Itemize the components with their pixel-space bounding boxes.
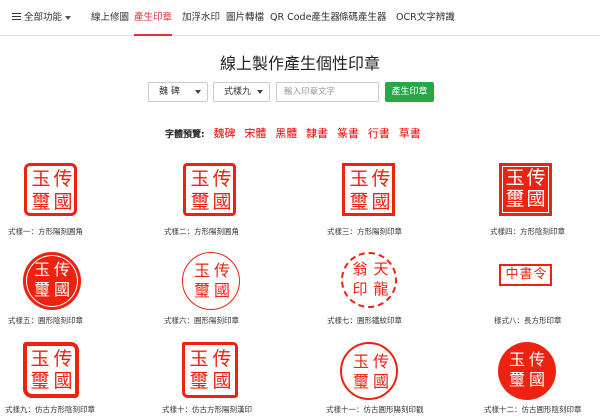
top-nav: 全部功能 線上修圖 產生印章 加浮水印 圖片轉檔 QR Code產生器 條碼產生… xyxy=(0,0,600,36)
chevron-down-icon xyxy=(65,15,72,20)
seal-text-input[interactable] xyxy=(276,82,379,102)
seal-style-4[interactable]: 玉 传 璽 國 xyxy=(499,163,552,216)
font-select[interactable]: 魏 碑 xyxy=(148,82,208,102)
nav-item-qrcode[interactable]: QR Code產生器 xyxy=(270,0,340,35)
nav-item-ocr[interactable]: OCR文字辨識 xyxy=(396,0,455,35)
seal-style-7[interactable]: 天 龍 翁 印 xyxy=(341,252,397,308)
seal-style-3[interactable]: 玉 传 璽 國 xyxy=(342,163,395,216)
caption-style-3: 式樣三：方形陽刻印章 xyxy=(327,227,402,236)
caption-style-10: 式樣十：仿古方形陽刻漢印 xyxy=(162,405,252,414)
caption-style-8: 樣式八：長方形印章 xyxy=(494,316,562,325)
preview-font-hei[interactable]: 黑體 xyxy=(275,127,297,140)
generate-seal-button[interactable]: 產生印章 xyxy=(385,82,434,102)
caption-style-7: 式樣七：圓形鐵紋印章 xyxy=(327,316,402,325)
preview-font-song[interactable]: 宋體 xyxy=(244,127,266,140)
caption-style-4: 式樣四：方形陰刻印章 xyxy=(490,227,565,236)
caption-style-11: 式樣十一：仿古圓形陽刻印戳 xyxy=(326,405,424,414)
menu-icon xyxy=(12,12,21,21)
seal-style-6[interactable]: 玉 传 璽 國 xyxy=(182,252,240,310)
seal-style-8[interactable]: 中書令 xyxy=(499,264,552,286)
caption-style-1: 式樣一：方形陽刻圓角 xyxy=(8,227,83,236)
nav-item-image-convert[interactable]: 圖片轉檔 xyxy=(226,0,264,35)
caption-style-9: 式樣九：仿古方形陰刻印章 xyxy=(5,405,95,414)
seal-style-9[interactable]: 玉 传 璽 國 xyxy=(23,342,79,398)
seal-style-5[interactable]: 玉 传 璽 國 xyxy=(23,252,81,310)
caption-style-6: 式樣六：圓形陽刻印章 xyxy=(164,316,239,325)
font-preview: 字體預覽: 魏碑 宋體 黑體 隸書 篆書 行書 草書 xyxy=(165,127,421,140)
seal-style-12[interactable]: 玉 传 璽 國 xyxy=(498,342,556,400)
nav-item-photo-edit[interactable]: 線上修圖 xyxy=(91,0,129,35)
nav-item-barcode[interactable]: 條碼產生器 xyxy=(339,0,387,35)
caption-style-5: 式樣五：圓形陰刻印章 xyxy=(8,316,83,325)
chevron-down-icon xyxy=(195,90,201,94)
preview-font-cao[interactable]: 草書 xyxy=(399,127,421,140)
preview-font-weibei[interactable]: 魏碑 xyxy=(213,127,235,140)
seal-style-10[interactable]: 玉 传 璽 國 xyxy=(182,342,238,398)
preview-font-li[interactable]: 隸書 xyxy=(306,127,328,140)
chevron-down-icon xyxy=(257,90,263,94)
nav-item-watermark[interactable]: 加浮水印 xyxy=(182,0,220,35)
caption-style-12: 式樣十二：仿古圓形陰刻印章 xyxy=(484,405,582,414)
nav-item-seal-generator[interactable]: 產生印章 xyxy=(134,0,173,36)
style-select[interactable]: 式樣九 xyxy=(213,82,270,102)
caption-style-2: 式樣二：方形陽刻圓角 xyxy=(164,227,239,236)
preview-font-zhuan[interactable]: 篆書 xyxy=(337,127,359,140)
preview-font-xing[interactable]: 行書 xyxy=(368,127,390,140)
nav-all-functions[interactable]: 全部功能 xyxy=(12,0,72,35)
seal-style-1[interactable]: 玉 传 璽 國 xyxy=(24,163,77,216)
seal-style-2[interactable]: 玉 传 璽 國 xyxy=(183,163,236,216)
page-title: 線上製作產生個性印章 xyxy=(219,54,380,73)
seal-style-11[interactable]: 玉 传 璽 國 xyxy=(340,342,398,400)
